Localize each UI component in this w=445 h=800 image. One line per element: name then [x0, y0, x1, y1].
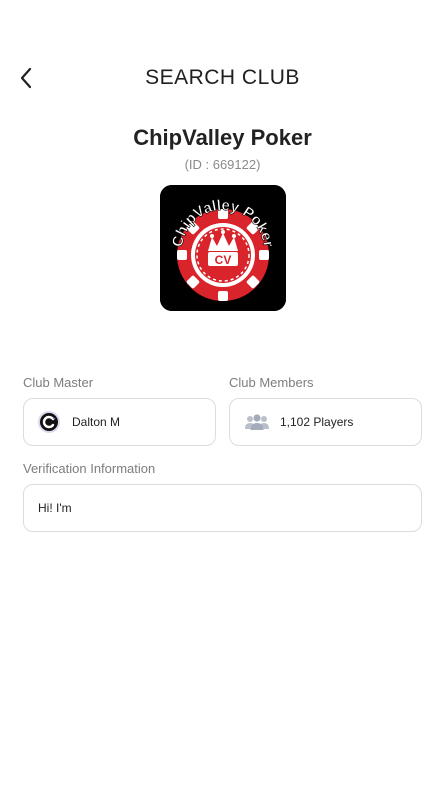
club-members-card: 1,102 Players	[229, 398, 422, 446]
verification-input[interactable]: Hi! I'm	[23, 484, 422, 532]
club-members-count: 1,102 Players	[280, 415, 354, 429]
club-master-label: Club Master	[23, 375, 94, 390]
verification-text: Hi! I'm	[38, 501, 72, 515]
logo-center-text: CV	[215, 253, 232, 267]
page-title: SEARCH CLUB	[145, 66, 300, 89]
club-name: ChipValley Poker	[133, 125, 312, 150]
poker-chip-logo: CV ChipValley Poker	[160, 185, 286, 311]
club-master-name: Dalton M	[72, 415, 121, 429]
club-members-label: Club Members	[229, 375, 314, 390]
c-logo-avatar-icon	[38, 411, 60, 433]
top-bar: SEARCH CLUB	[0, 56, 445, 100]
club-id: (ID : 669122)	[184, 157, 261, 172]
users-icon	[245, 414, 269, 430]
club-logo: CV ChipValley Poker	[160, 185, 286, 311]
club-master-card: Dalton M	[23, 398, 216, 446]
verification-label: Verification Information	[23, 461, 156, 476]
